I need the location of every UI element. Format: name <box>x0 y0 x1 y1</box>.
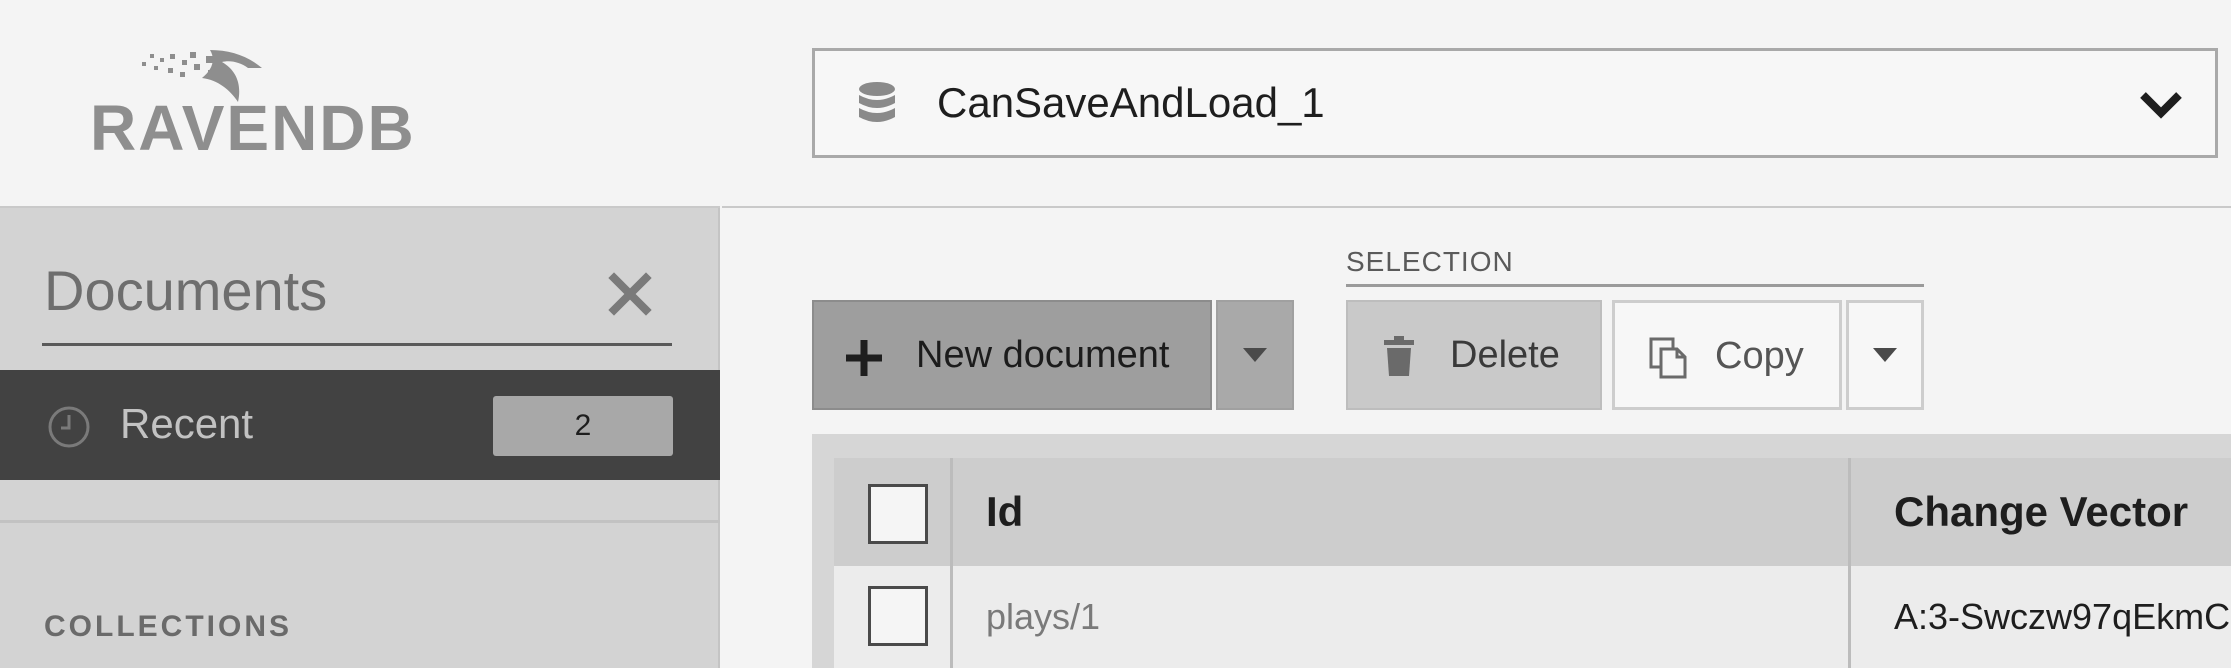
copy-icon <box>1649 337 1687 379</box>
select-all-checkbox[interactable] <box>868 484 928 544</box>
close-icon[interactable] <box>606 270 654 318</box>
column-separator <box>950 458 953 668</box>
recent-count-badge: 2 <box>493 396 673 456</box>
delete-button[interactable]: Delete <box>1346 300 1602 410</box>
documents-title: Documents <box>44 259 328 322</box>
sidebar-item-label: Recent <box>120 400 254 447</box>
collections-heading: COLLECTIONS <box>44 610 292 643</box>
row-checkbox[interactable] <box>868 586 928 646</box>
new-document-dropdown-button[interactable] <box>1216 300 1294 410</box>
document-id-link[interactable]: plays/1 <box>986 596 1100 638</box>
clock-icon <box>46 404 92 450</box>
change-vector-cell: A:3-Swczw97qEkmC <box>1894 596 2231 637</box>
sidebar-item-recent[interactable]: Recent 2 <box>0 370 720 480</box>
column-header-id[interactable]: Id <box>986 488 1023 536</box>
column-separator <box>1848 458 1851 668</box>
table-header: Id Change Vector <box>834 458 2231 566</box>
raven-logo-icon: RAVENDB <box>90 50 416 164</box>
database-name: CanSaveAndLoad_1 <box>937 79 1325 126</box>
table-row[interactable]: plays/1 A:3-Swczw97qEkmC <box>834 566 2231 668</box>
database-icon <box>857 81 897 127</box>
top-bar: CanSaveAndLoad_1 <box>722 0 2231 208</box>
documents-header: Documents <box>42 248 672 346</box>
sidebar-divider <box>0 520 720 523</box>
copy-label: Copy <box>1715 335 1804 377</box>
copy-button[interactable]: Copy <box>1612 300 1842 410</box>
column-header-change-vector[interactable]: Change Vector <box>1894 488 2188 536</box>
ravendb-logo[interactable]: RAVENDB <box>90 50 510 164</box>
logo-area: RAVENDB <box>0 0 720 208</box>
plus-icon <box>844 338 884 378</box>
sidebar: RAVENDB Documents Recent 2 COLLECTIONS <box>0 0 720 668</box>
caret-down-icon <box>1873 348 1897 362</box>
caret-down-icon <box>1243 348 1267 362</box>
delete-label: Delete <box>1450 334 1560 376</box>
new-document-label: New document <box>916 334 1170 376</box>
selection-heading: SELECTION <box>1346 246 1924 287</box>
chevron-down-icon <box>2137 87 2185 123</box>
copy-dropdown-button[interactable] <box>1846 300 1924 410</box>
database-selector[interactable]: CanSaveAndLoad_1 <box>812 48 2218 158</box>
documents-table: Id Change Vector plays/1 A:3-Swczw97qEkm… <box>812 434 2231 668</box>
trash-icon <box>1384 336 1414 376</box>
logo-text: RAVENDB <box>90 92 416 160</box>
app-root: RAVENDB Documents Recent 2 COLLECTIONS C… <box>0 0 2231 668</box>
new-document-button[interactable]: New document <box>812 300 1212 410</box>
